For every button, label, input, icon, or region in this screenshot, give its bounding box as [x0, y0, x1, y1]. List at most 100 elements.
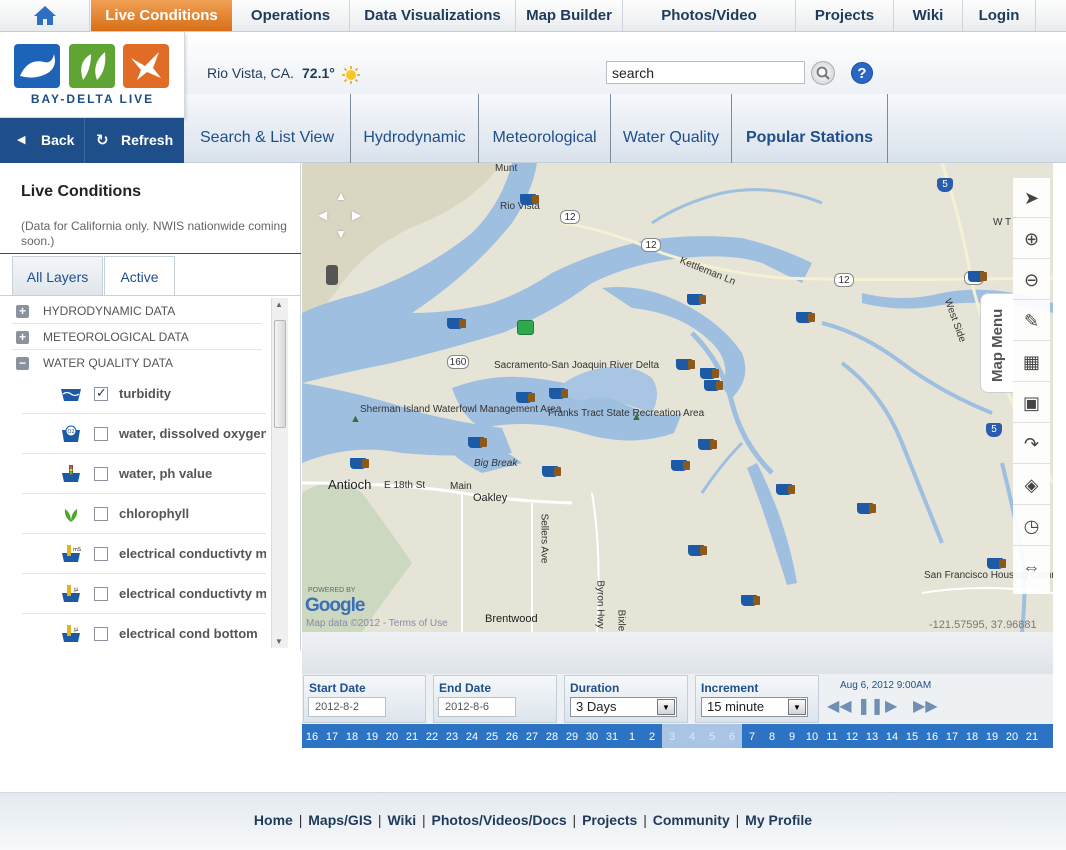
timeline-date[interactable]: 12	[842, 724, 862, 748]
nav-projects[interactable]: Projects	[796, 0, 894, 31]
scroll-up-icon[interactable]: ▲	[275, 300, 283, 309]
station-marker[interactable]	[676, 359, 695, 370]
clock-icon[interactable]: ◷	[1013, 506, 1050, 546]
timeline-date[interactable]: 24	[462, 724, 482, 748]
weather-station-icon[interactable]	[517, 320, 534, 335]
pan-right-icon[interactable]: ▶	[352, 208, 361, 222]
dropdown-arrow-icon[interactable]: ▼	[657, 699, 675, 715]
layer-checkbox[interactable]	[94, 547, 108, 561]
layer-ph-value[interactable]: water, ph value	[22, 454, 266, 494]
timeline-date[interactable]: 31	[602, 724, 622, 748]
station-marker[interactable]	[700, 368, 719, 379]
station-marker[interactable]	[698, 439, 717, 450]
timeline-date[interactable]: 20	[382, 724, 402, 748]
share-icon[interactable]: ↷	[1013, 424, 1050, 464]
back-button[interactable]: ◀ Back	[0, 118, 85, 163]
timeline-date[interactable]: 1	[622, 724, 642, 748]
layer-checkbox[interactable]	[94, 627, 108, 641]
layer-checkbox[interactable]	[94, 427, 108, 441]
nav-operations[interactable]: Operations	[232, 0, 350, 31]
station-marker[interactable]	[987, 558, 1006, 569]
save-icon[interactable]: ▣	[1013, 383, 1050, 423]
layer-checkbox[interactable]	[94, 587, 108, 601]
play-icon[interactable]: ▶	[885, 696, 897, 716]
layer-turbidity[interactable]: turbidity	[22, 374, 266, 414]
category-water-quality[interactable]: − WATER QUALITY DATA	[12, 350, 262, 376]
fast-forward-icon[interactable]: ▶▶	[913, 696, 938, 716]
tab-meteorological[interactable]: Meteorological	[479, 94, 611, 163]
footer-link-wiki[interactable]: Wiki	[387, 812, 416, 828]
timeline-date[interactable]: 27	[522, 724, 542, 748]
search-input[interactable]	[606, 61, 805, 84]
station-marker[interactable]	[704, 380, 723, 391]
layer-checkbox[interactable]	[94, 467, 108, 481]
station-marker[interactable]	[350, 458, 369, 469]
station-marker[interactable]	[968, 271, 987, 282]
timeline-date[interactable]: 13	[862, 724, 882, 748]
layer-chlorophyll[interactable]: chlorophyll	[22, 494, 266, 534]
timeline-date[interactable]: 11	[822, 724, 842, 748]
station-marker[interactable]	[520, 194, 539, 205]
pan-left-icon[interactable]: ◀	[318, 208, 327, 222]
timeline-date[interactable]: 14	[882, 724, 902, 748]
footer-link-maps[interactable]: Maps/GIS	[308, 812, 372, 828]
zoom-in-icon[interactable]: ⊕	[1013, 219, 1050, 259]
timeline-date[interactable]: 19	[982, 724, 1002, 748]
zoom-out-icon[interactable]: ⊖	[1013, 260, 1050, 300]
duration-select[interactable]: 3 Days ▼	[570, 697, 677, 717]
timeline-date[interactable]: 19	[362, 724, 382, 748]
pause-icon[interactable]: ❚❚	[857, 696, 884, 716]
street-view-icon[interactable]	[326, 265, 338, 285]
start-date-input[interactable]: 2012-8-2	[308, 697, 386, 717]
tab-popular-stations[interactable]: Popular Stations	[732, 94, 888, 163]
timeline-date[interactable]: 16	[922, 724, 942, 748]
scroll-down-icon[interactable]: ▼	[275, 637, 283, 646]
layers-icon[interactable]: ◈	[1013, 465, 1050, 505]
timeline-date[interactable]: 17	[942, 724, 962, 748]
tab-all-layers[interactable]: All Layers	[12, 256, 103, 296]
timeline-date[interactable]: 15	[902, 724, 922, 748]
layout-icon[interactable]: ▦	[1013, 342, 1050, 382]
timeline-date[interactable]: 23	[442, 724, 462, 748]
tab-search-list-view[interactable]: Search & List View	[184, 94, 351, 163]
timeline-date[interactable]: 8	[762, 724, 782, 748]
station-marker[interactable]	[542, 466, 561, 477]
end-date-input[interactable]: 2012-8-6	[438, 697, 516, 717]
nav-photos-video[interactable]: Photos/Video	[623, 0, 796, 31]
station-marker[interactable]	[687, 294, 706, 305]
map-menu-label[interactable]: Map Menu	[981, 300, 1015, 390]
tab-active[interactable]: Active	[104, 256, 175, 296]
map-view[interactable]: ▲ ◀ ▶ ▼ Munt Rio Vista Kettleman Ln Sacr…	[302, 163, 1053, 632]
station-marker[interactable]	[468, 437, 487, 448]
timeline-date[interactable]: 22	[422, 724, 442, 748]
dropdown-arrow-icon[interactable]: ▼	[788, 699, 806, 715]
station-marker[interactable]	[776, 484, 795, 495]
timeline-date[interactable]: 30	[582, 724, 602, 748]
timeline-date[interactable]: 9	[782, 724, 802, 748]
category-hydrodynamic[interactable]: + HYDRODYNAMIC DATA	[12, 298, 262, 324]
timeline-date[interactable]: 10	[802, 724, 822, 748]
timeline-date[interactable]: 28	[542, 724, 562, 748]
station-marker[interactable]	[671, 460, 690, 471]
increment-select[interactable]: 15 minute ▼	[701, 697, 808, 717]
timeline-date[interactable]: 18	[962, 724, 982, 748]
footer-link-profile[interactable]: My Profile	[745, 812, 812, 828]
layer-conductivity-1[interactable]: mS electrical conductivty m	[22, 534, 266, 574]
station-marker[interactable]	[516, 392, 535, 403]
pan-down-icon[interactable]: ▼	[335, 227, 347, 241]
timeline-date[interactable]: 3	[662, 724, 682, 748]
station-marker[interactable]	[688, 545, 707, 556]
footer-link-photos[interactable]: Photos/Videos/Docs	[432, 812, 567, 828]
category-meteorological[interactable]: + METEOROLOGICAL DATA	[12, 324, 262, 350]
layer-conductivity-2[interactable]: µ electrical conductivty m	[22, 574, 266, 614]
map-data-attribution[interactable]: Map data ©2012 - Terms of Use	[306, 618, 448, 629]
footer-link-community[interactable]: Community	[653, 812, 730, 828]
rewind-icon[interactable]: ◀◀	[827, 696, 852, 716]
nav-data-visualizations[interactable]: Data Visualizations	[350, 0, 516, 31]
timeline-date[interactable]: 5	[702, 724, 722, 748]
site-logo[interactable]: BAY-DELTA LIVE	[0, 32, 185, 118]
refresh-button[interactable]: ↻ Refresh	[86, 118, 184, 163]
station-marker[interactable]	[741, 595, 760, 606]
help-icon[interactable]: ?	[851, 62, 873, 84]
timeline-date[interactable]: 26	[502, 724, 522, 748]
